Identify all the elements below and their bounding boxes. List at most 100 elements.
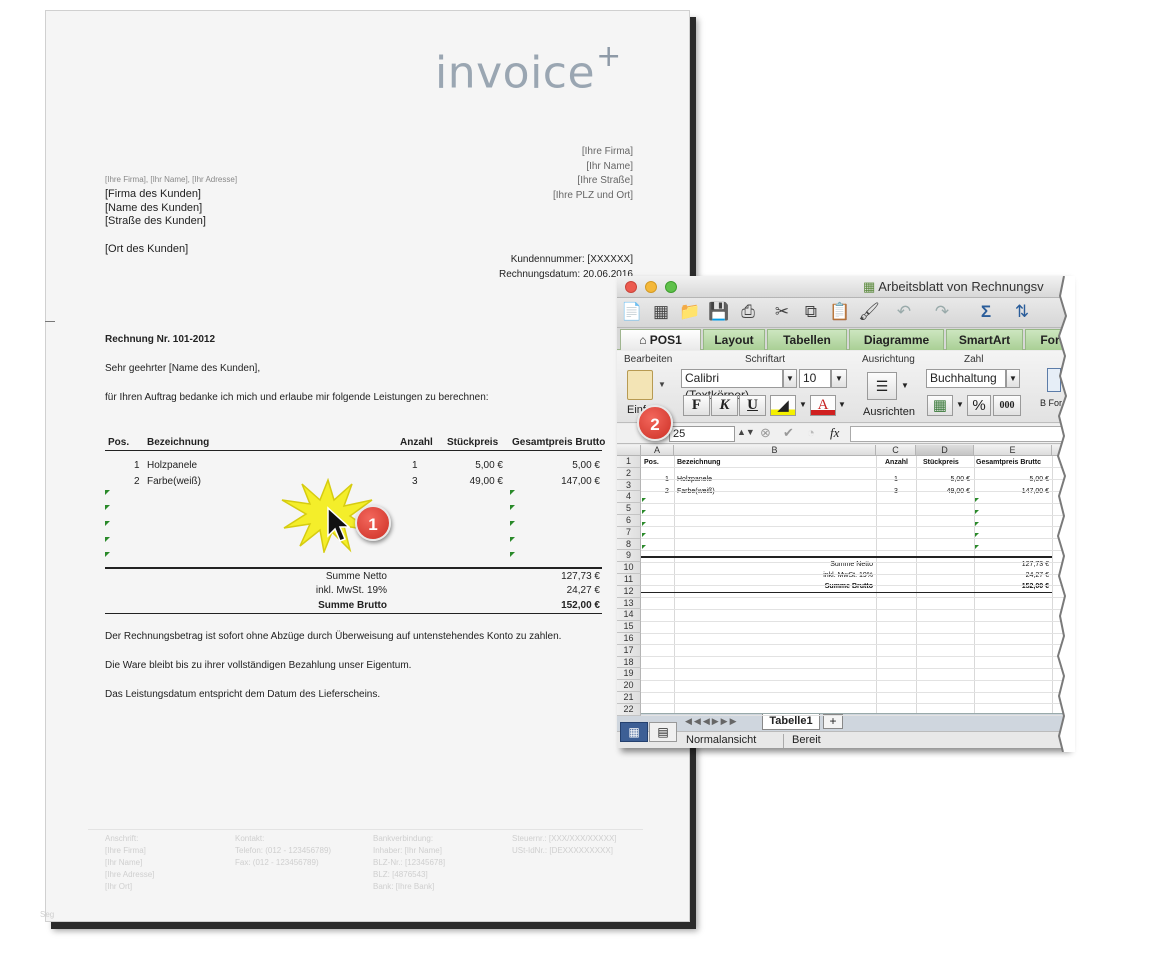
- sort-icon[interactable]: ⇅: [1011, 301, 1033, 323]
- confirm-entry-icon[interactable]: ✔: [783, 425, 794, 441]
- new-workbook-icon[interactable]: 📄: [621, 301, 643, 323]
- row-header[interactable]: 11: [617, 574, 641, 586]
- vat-label: inkl. MwSt. 19%: [315, 585, 387, 596]
- row-header[interactable]: 17: [617, 644, 641, 657]
- cell-e10[interactable]: 127,73 €: [975, 559, 1049, 570]
- gridline: [641, 467, 1067, 469]
- minimize-window-button[interactable]: [645, 281, 657, 293]
- cell-e12[interactable]: 152,00 €: [975, 581, 1049, 592]
- column-header-e[interactable]: E: [974, 445, 1052, 456]
- formula-input[interactable]: [850, 426, 1067, 442]
- row-header[interactable]: 19: [617, 668, 641, 681]
- page-layout-view-button[interactable]: ▤: [649, 722, 677, 742]
- sheet-navigation-icon[interactable]: ◀◀◀▶▶▶: [685, 716, 739, 727]
- font-name-dropdown-icon[interactable]: ▼: [783, 369, 797, 388]
- normal-view-button[interactable]: ▦: [620, 722, 648, 742]
- undo-icon[interactable]: ↶: [893, 301, 915, 323]
- align-dropdown-icon[interactable]: ▼: [901, 381, 909, 390]
- redo-icon[interactable]: ↷: [931, 301, 953, 323]
- cell-b10[interactable]: Summe Netto: [777, 559, 873, 570]
- column-header-b[interactable]: B: [674, 445, 876, 456]
- column-header-c[interactable]: C: [876, 445, 916, 456]
- row-header[interactable]: 15: [617, 621, 641, 633]
- cell-marker: [642, 522, 646, 526]
- number-format-select[interactable]: Buchhaltung: [926, 369, 1006, 388]
- row-header[interactable]: 7: [617, 526, 641, 539]
- row-header[interactable]: 4: [617, 491, 641, 504]
- fx-label[interactable]: fx: [830, 425, 839, 441]
- row-header[interactable]: 3: [617, 479, 641, 492]
- currency-format-icon[interactable]: ▦: [927, 395, 953, 416]
- footer-contact-line: Telefon: (012 - 123456789): [235, 846, 332, 855]
- bold-button[interactable]: F: [683, 395, 710, 416]
- tab-smartart[interactable]: SmartArt: [946, 329, 1023, 350]
- copy-icon[interactable]: ⧉: [800, 301, 822, 323]
- add-sheet-button[interactable]: +: [823, 714, 843, 729]
- tab-pos1[interactable]: ⌂ POS1: [620, 329, 701, 350]
- function-wizard-icon[interactable]: ◔: [807, 425, 815, 440]
- font-size-select[interactable]: 10: [799, 369, 831, 388]
- cell-marker: [510, 505, 515, 510]
- font-color-dropdown-icon[interactable]: ▼: [838, 400, 846, 409]
- cut-icon[interactable]: ✂: [771, 301, 793, 323]
- fill-color-dropdown-icon[interactable]: ▼: [799, 400, 807, 409]
- open-folder-icon[interactable]: 📁: [679, 301, 701, 323]
- row-header[interactable]: 20: [617, 680, 641, 692]
- cell-b11[interactable]: inkl. MwSt. 19%: [777, 570, 873, 581]
- number-format-dropdown-icon[interactable]: ▼: [1006, 369, 1020, 388]
- currency-dropdown-icon[interactable]: ▼: [956, 400, 964, 409]
- row-header[interactable]: 14: [617, 609, 641, 622]
- item-2-total: 147,00 €: [561, 476, 600, 487]
- underline-button[interactable]: U: [739, 395, 766, 416]
- row-header[interactable]: 1: [617, 456, 641, 468]
- autosum-icon[interactable]: Σ: [975, 301, 997, 323]
- thousands-separator-button[interactable]: 000: [993, 395, 1021, 416]
- row-header[interactable]: 2: [617, 467, 641, 480]
- percent-button[interactable]: %: [967, 395, 991, 416]
- row-header[interactable]: 16: [617, 633, 641, 645]
- close-window-button[interactable]: [625, 281, 637, 293]
- excel-window[interactable]: ▦ Arbeitsblatt von Rechnungsv 📄 ▦ 📁 💾 ⎙ …: [617, 276, 1067, 748]
- tab-tabellen[interactable]: Tabellen: [767, 329, 847, 350]
- cell-b12[interactable]: Summe Brutto: [777, 581, 873, 592]
- row-header[interactable]: 9: [617, 550, 641, 563]
- tab-layout[interactable]: Layout: [703, 329, 765, 350]
- column-header-d[interactable]: D: [916, 445, 974, 456]
- align-label[interactable]: Ausrichten: [863, 406, 915, 418]
- row-header[interactable]: 13: [617, 597, 641, 610]
- name-box-stepper-icon[interactable]: ▲▼: [737, 427, 755, 437]
- font-name-select[interactable]: Calibri (Textkörper): [681, 369, 783, 402]
- row-header[interactable]: 6: [617, 515, 641, 527]
- template-gallery-icon[interactable]: ▦: [650, 301, 672, 323]
- paste-large-icon[interactable]: [627, 370, 653, 400]
- sheet-tab-tabelle1[interactable]: Tabelle1: [762, 714, 820, 730]
- format-painter-icon[interactable]: 🖌: [858, 301, 880, 323]
- tab-diagramme[interactable]: Diagramme: [849, 329, 944, 350]
- footer-bank-line: BLZ: [4876543]: [373, 870, 428, 879]
- cancel-entry-icon[interactable]: ⊗: [760, 425, 771, 441]
- align-text-icon[interactable]: ☰: [867, 372, 897, 400]
- fill-color-icon[interactable]: ◢: [770, 395, 796, 416]
- name-box[interactable]: 25: [669, 426, 735, 442]
- zoom-window-button[interactable]: [665, 281, 677, 293]
- row-header[interactable]: 12: [617, 585, 641, 598]
- font-size-dropdown-icon[interactable]: ▼: [831, 369, 847, 388]
- cell-marker: [510, 537, 515, 542]
- row-header[interactable]: 8: [617, 538, 641, 551]
- table-header-rule: [105, 450, 602, 451]
- paste-icon[interactable]: 📋: [829, 301, 851, 323]
- paste-dropdown-icon[interactable]: ▼: [658, 380, 666, 389]
- cell-e11[interactable]: 24,27 €: [975, 570, 1049, 581]
- row-header[interactable]: 22: [617, 703, 641, 716]
- row-header[interactable]: 18: [617, 656, 641, 669]
- print-icon[interactable]: ⎙: [737, 301, 759, 323]
- select-all-corner[interactable]: [617, 445, 641, 456]
- footer-bank-line: Bank: [Ihre Bank]: [373, 882, 435, 891]
- row-header[interactable]: 10: [617, 562, 641, 574]
- italic-button[interactable]: K: [711, 395, 738, 416]
- row-header[interactable]: 21: [617, 692, 641, 704]
- column-header-a[interactable]: A: [641, 445, 674, 456]
- save-icon[interactable]: 💾: [708, 301, 730, 323]
- row-header[interactable]: 5: [617, 503, 641, 515]
- font-color-icon[interactable]: A: [810, 395, 836, 416]
